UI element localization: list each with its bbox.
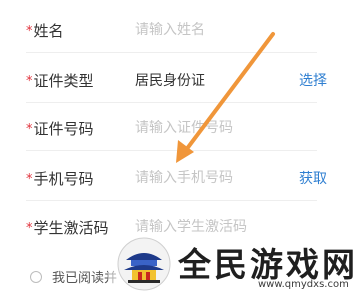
- id-number-input[interactable]: [135, 120, 283, 136]
- required-mark: *: [26, 171, 33, 187]
- agreement-row[interactable]: 我已阅读并: [30, 267, 117, 286]
- phone-input[interactable]: [135, 170, 283, 186]
- required-mark: *: [26, 73, 33, 89]
- get-phone-button[interactable]: 获取: [299, 168, 327, 188]
- required-mark: *: [26, 121, 33, 137]
- name-field[interactable]: [135, 22, 283, 38]
- id-type-value[interactable]: 居民身份证: [135, 70, 283, 90]
- id-number-label: *证件号码: [26, 118, 138, 139]
- pagoda-logo-icon: [117, 237, 171, 291]
- required-mark: *: [26, 220, 33, 236]
- id-number-row: *证件号码: [26, 106, 317, 151]
- name-label: *姓名: [26, 20, 138, 41]
- id-number-field[interactable]: [135, 120, 283, 136]
- name-label-text: 姓名: [33, 21, 64, 40]
- phone-label-text: 手机号码: [33, 169, 94, 188]
- phone-row: *手机号码 获取: [26, 156, 327, 201]
- select-id-type-button[interactable]: 选择: [299, 70, 327, 90]
- watermark: 全民游戏网 www.qmydxs.com: [108, 234, 357, 296]
- watermark-url: www.qmydxs.com: [258, 279, 349, 290]
- activation-code-input[interactable]: [135, 219, 283, 235]
- id-type-row: *证件类型 居民身份证 选择: [26, 58, 327, 103]
- name-row: *姓名: [26, 8, 317, 53]
- id-type-label-text: 证件类型: [33, 71, 94, 90]
- phone-label: *手机号码: [26, 168, 138, 189]
- activation-code-field[interactable]: [135, 219, 283, 235]
- id-type-label: *证件类型: [26, 70, 138, 91]
- name-input[interactable]: [135, 22, 283, 38]
- required-mark: *: [26, 23, 33, 39]
- phone-field[interactable]: [135, 170, 283, 186]
- id-number-label-text: 证件号码: [33, 119, 94, 138]
- activation-code-label-text: 学生激活码: [33, 218, 109, 237]
- agreement-radio[interactable]: [30, 270, 42, 283]
